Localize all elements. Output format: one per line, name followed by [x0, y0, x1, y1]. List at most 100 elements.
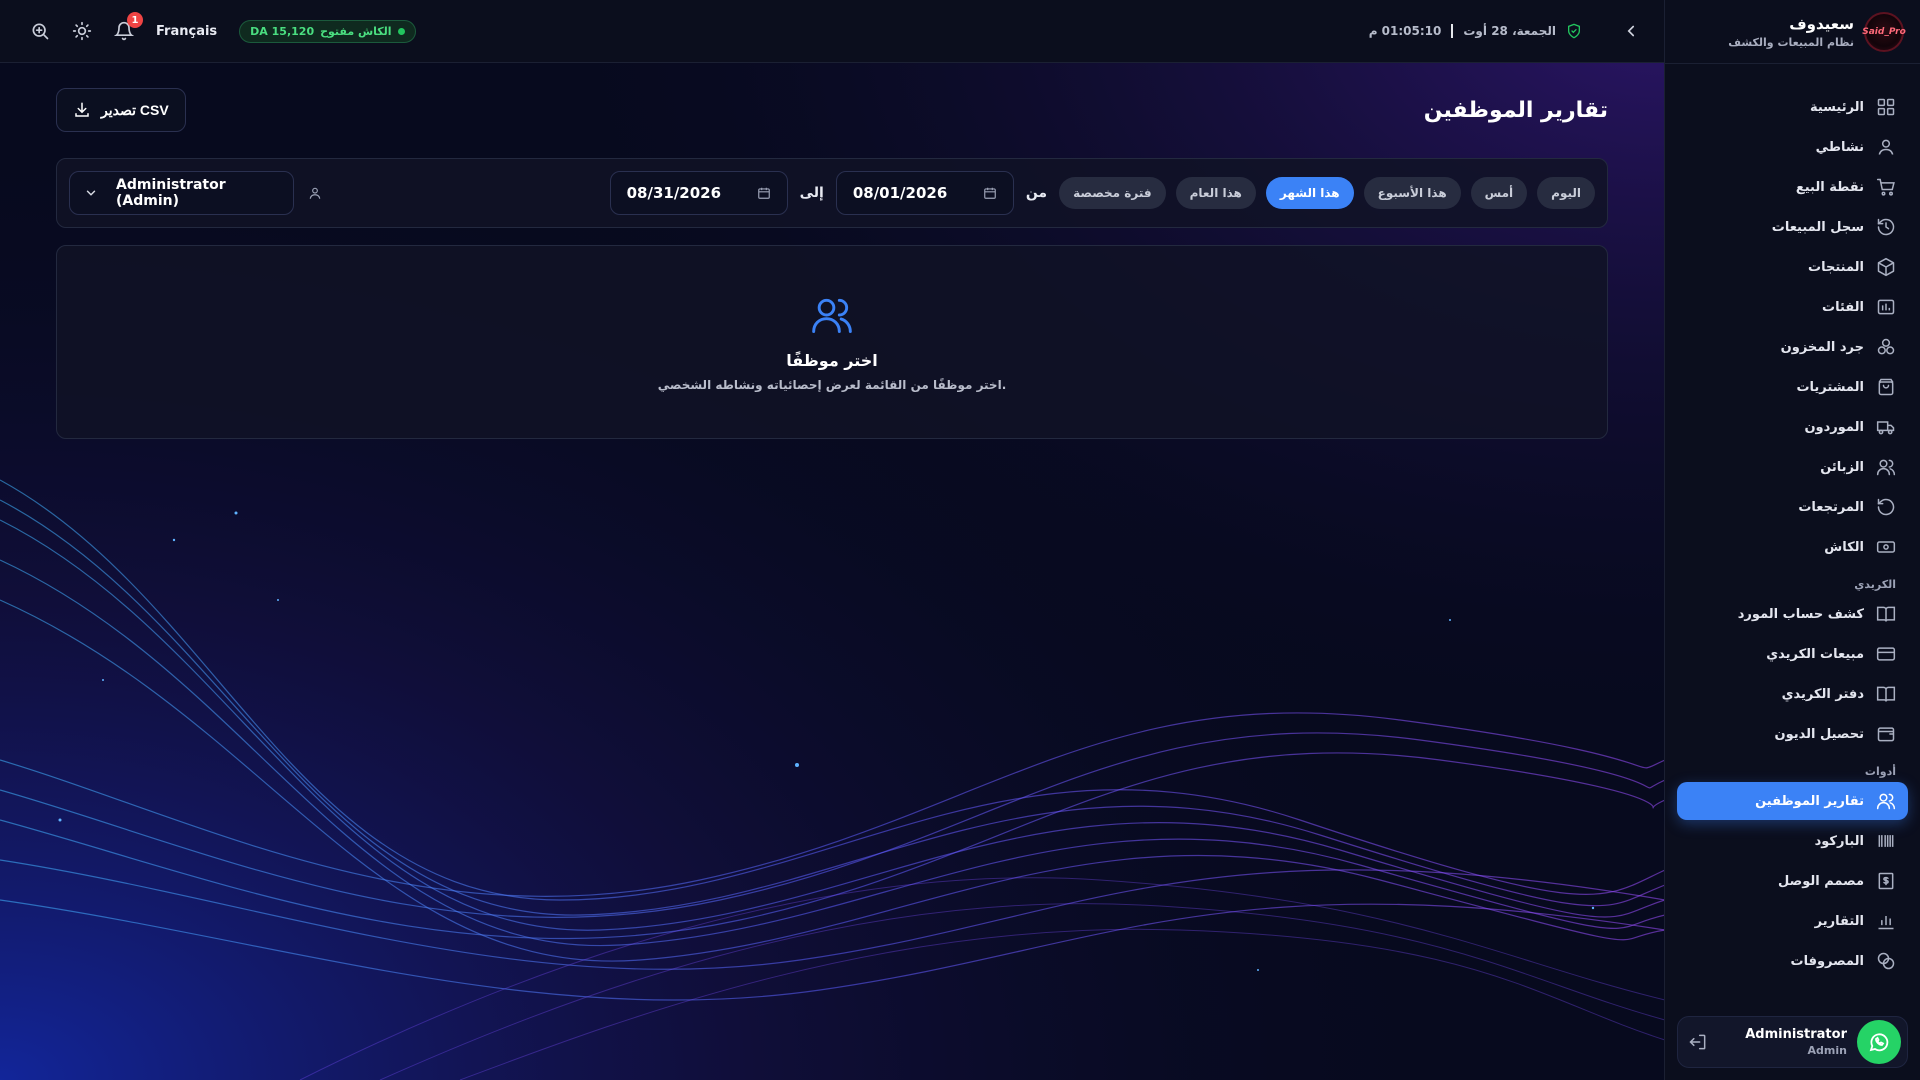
sidebar-item-credit-ledger[interactable]: دفتر الكريدي: [1677, 675, 1908, 713]
cash-icon: [1876, 537, 1896, 557]
return-icon: [1876, 497, 1896, 517]
datetime: الجمعة، 28 أوت 01:05:10 م: [1369, 23, 1582, 39]
sidebar-item-pos[interactable]: نقطة البيع: [1677, 168, 1908, 206]
user-icon: [1876, 137, 1896, 157]
sun-icon[interactable]: [72, 21, 92, 41]
bell-icon[interactable]: 1: [114, 12, 143, 41]
brand-text: سعيدوف نظام المبيعات والكشف: [1728, 15, 1854, 49]
to-label: إلى: [799, 185, 824, 201]
cart-icon: [1876, 177, 1896, 197]
top-bar: 1 Français الكاش مفتوح DA 15,120 الجمعة،…: [0, 0, 1664, 63]
person-icon: [308, 186, 322, 200]
divider: [1451, 24, 1454, 38]
sidebar-item-sales-history[interactable]: سجل المبيعات: [1677, 208, 1908, 246]
main-content: تصدير CSV تقارير الموظفين Administrator …: [56, 88, 1608, 439]
calendar-icon[interactable]: [757, 186, 771, 200]
brand: Said_Pro سعيدوف نظام المبيعات والكشف: [1665, 0, 1920, 64]
sidebar-item-label: الفئات: [1822, 299, 1864, 315]
sidebar-item-home[interactable]: الرئيسية: [1677, 88, 1908, 126]
sidebar-item-label: نقطة البيع: [1795, 179, 1864, 195]
truck-icon: [1876, 417, 1896, 437]
sidebar-item-my-activity[interactable]: نشاطي: [1677, 128, 1908, 166]
sidebar-item-inventory[interactable]: جرد المخزون: [1677, 328, 1908, 366]
sidebar-item-label: دفتر الكريدي: [1781, 686, 1864, 702]
sidebar-item-receipt-designer[interactable]: مصمم الوصل: [1677, 862, 1908, 900]
zoom-in-icon[interactable]: [30, 21, 50, 41]
wallet-icon: [1876, 724, 1896, 744]
sidebar-item-debt-collection[interactable]: تحصيل الديون: [1677, 715, 1908, 753]
from-label: من: [1025, 185, 1048, 201]
export-csv-button[interactable]: تصدير CSV: [56, 88, 186, 132]
from-date-input[interactable]: 08/01/2026: [835, 171, 1014, 215]
sidebar-item-employee-reports[interactable]: تقارير الموظفين: [1677, 782, 1908, 820]
folder-icon: [1876, 297, 1896, 317]
sidebar-item-label: المشتريات: [1796, 379, 1864, 395]
employee-select[interactable]: Administrator (Admin): [69, 171, 294, 215]
sidebar-item-returns[interactable]: المرتجعات: [1677, 488, 1908, 526]
users-icon: [810, 293, 854, 337]
range-today[interactable]: اليوم: [1537, 177, 1595, 209]
sidebar-item-cash[interactable]: الكاش: [1677, 528, 1908, 566]
receipt-icon: [1876, 871, 1896, 891]
user-info: Administrator Admin: [1718, 1027, 1847, 1057]
sidebar-item-label: نشاطي: [1815, 139, 1864, 155]
nav-section-credit: الكريدي: [1854, 578, 1896, 591]
date-range-filter: اليوم أمس هذا الأسبوع هذا الشهر هذا العا…: [609, 171, 1595, 215]
employee-filter: Administrator (Admin): [69, 171, 322, 215]
cash-status-label: الكاش مفتوح: [320, 24, 392, 38]
user-name: Administrator: [1745, 1027, 1847, 1042]
range-this-week[interactable]: هذا الأسبوع: [1363, 177, 1461, 209]
users-icon: [1876, 791, 1896, 811]
card-icon: [1876, 644, 1896, 664]
brand-name: سعيدوف: [1789, 14, 1854, 33]
users-icon: [1876, 457, 1896, 477]
range-this-year[interactable]: هذا العام: [1175, 177, 1256, 209]
sidebar-item-label: الباركود: [1814, 833, 1864, 849]
current-date: الجمعة، 28 أوت: [1463, 24, 1556, 38]
range-this-month[interactable]: هذا الشهر: [1265, 177, 1354, 209]
sidebar-item-barcode[interactable]: الباركود: [1677, 822, 1908, 860]
sidebar-item-categories[interactable]: الفئات: [1677, 288, 1908, 326]
language-switch[interactable]: Français: [156, 24, 217, 39]
shield-check-icon: [1566, 23, 1582, 39]
notification-badge: 1: [127, 12, 143, 28]
sidebar-item-expenses[interactable]: المصروفات: [1677, 942, 1908, 980]
sidebar-item-reports[interactable]: التقارير: [1677, 902, 1908, 940]
sidebar-item-credit-sales[interactable]: مبيعات الكريدي: [1677, 635, 1908, 673]
status-dot: [397, 27, 405, 35]
from-date-value: 08/01/2026: [852, 184, 948, 202]
range-yesterday[interactable]: أمس: [1470, 177, 1528, 209]
sidebar-item-label: الموردون: [1804, 419, 1864, 435]
sidebar-item-customers[interactable]: الزبائن: [1677, 448, 1908, 486]
sidebar-item-suppliers[interactable]: الموردون: [1677, 408, 1908, 446]
to-date-input[interactable]: 08/31/2026: [609, 171, 788, 215]
nav-section-tools: أدوات: [1864, 765, 1896, 778]
sidebar-item-label: تقارير الموظفين: [1755, 793, 1864, 809]
chevron-left-icon[interactable]: [1622, 22, 1640, 40]
cash-amount: DA 15,120: [250, 24, 315, 38]
sidebar-item-label: الكاش: [1824, 539, 1864, 555]
brand-logo: Said_Pro: [1862, 11, 1906, 52]
empty-state: اختر موظفًا اختر موظفًا من القائمة لعرض …: [56, 245, 1608, 439]
sidebar-item-label: المرتجعات: [1798, 499, 1864, 515]
sidebar-item-label: الرئيسية: [1809, 99, 1864, 115]
range-custom[interactable]: فترة مخصصة: [1059, 177, 1166, 209]
page-title: تقارير الموظفين: [1423, 97, 1608, 123]
logout-icon[interactable]: [1688, 1032, 1708, 1052]
bag-icon: [1876, 377, 1896, 397]
topbar-actions: 1 Français الكاش مفتوح DA 15,120: [30, 12, 416, 43]
sidebar-item-supplier-statement[interactable]: كشف حساب المورد: [1677, 595, 1908, 633]
sidebar-item-products[interactable]: المنتجات: [1677, 248, 1908, 286]
sidebar-item-label: المصروفات: [1790, 953, 1865, 969]
sidebar-item-label: جرد المخزون: [1780, 339, 1864, 355]
whatsapp-icon[interactable]: [1857, 1020, 1901, 1064]
sidebar-item-label: الزبائن: [1820, 459, 1864, 475]
sidebar-item-label: كشف حساب المورد: [1737, 606, 1864, 622]
sidebar-item-purchases[interactable]: المشتريات: [1677, 368, 1908, 406]
grid-icon: [1876, 97, 1896, 117]
calendar-icon[interactable]: [983, 186, 997, 200]
user-role: Admin: [1807, 1044, 1847, 1057]
empty-state-title: اختر موظفًا: [786, 350, 878, 370]
book-icon: [1876, 604, 1896, 624]
history-icon: [1876, 217, 1896, 237]
